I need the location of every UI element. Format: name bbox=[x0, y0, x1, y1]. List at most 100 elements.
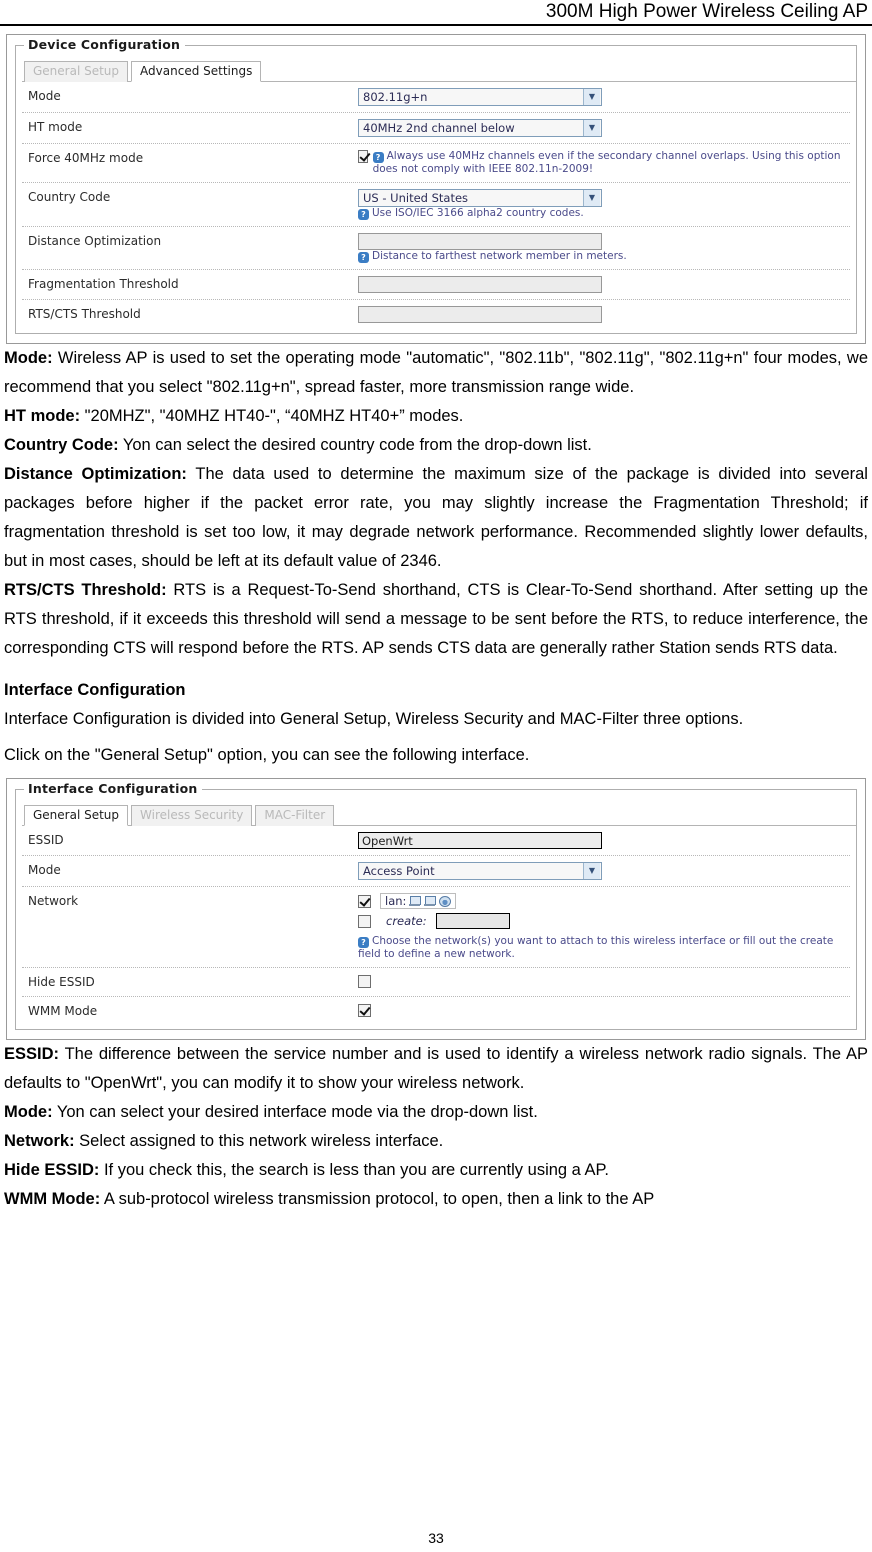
interface-mode-select-value: Access Point bbox=[363, 864, 435, 878]
force-40mhz-hint-text: Always use 40MHz channels even if the se… bbox=[372, 150, 841, 175]
row-interface-mode: Mode Access Point ▼ bbox=[22, 856, 850, 887]
page-title: 300M High Power Wireless Ceiling AP bbox=[545, 1, 868, 22]
interface-configuration-legend: Interface Configuration bbox=[24, 781, 203, 796]
ethernet-port-icon bbox=[409, 895, 422, 907]
country-code-select[interactable]: US - United States ▼ bbox=[358, 189, 602, 207]
row-field-mode: 802.11g+n ▼ bbox=[358, 88, 850, 106]
row-label-fragmentation-threshold: Fragmentation Threshold bbox=[28, 277, 179, 291]
row-label-network: Network bbox=[28, 894, 79, 908]
ht-mode-select[interactable]: 40MHz 2nd channel below ▼ bbox=[358, 119, 602, 137]
device-configuration-screenshot: Device Configuration General Setup Advan… bbox=[6, 34, 866, 344]
country-code-hint-text: Use ISO/IEC 3166 alpha2 country codes. bbox=[372, 207, 584, 219]
wmm-mode-checkbox[interactable] bbox=[358, 1003, 371, 1017]
country-code-hint: ? Use ISO/IEC 3166 alpha2 country codes. bbox=[358, 207, 850, 220]
paragraph-distance-optimization-term: Distance Optimization: bbox=[4, 465, 187, 483]
row-label-wmm-mode: WMM Mode bbox=[28, 1004, 98, 1018]
network-hint: ? Choose the network(s) you want to attac… bbox=[358, 935, 850, 961]
interface-mode-select[interactable]: Access Point ▼ bbox=[358, 862, 602, 880]
paragraph-network-term: Network: bbox=[4, 1132, 75, 1150]
row-network: Network lan: create: ? Choose the networ… bbox=[22, 887, 850, 968]
paragraph-essid: ESSID: The difference between the servic… bbox=[4, 1040, 868, 1098]
row-label-interface-mode: Mode bbox=[28, 863, 61, 877]
paragraph-hide-essid-term: Hide ESSID: bbox=[4, 1161, 100, 1179]
row-field-wmm-mode bbox=[358, 1003, 850, 1017]
body-copy-upper: Mode: Wireless AP is used to set the ope… bbox=[4, 344, 868, 770]
paragraph-country-code-term: Country Code: bbox=[4, 436, 119, 454]
tab-wireless-security[interactable]: Wireless Security bbox=[131, 805, 253, 826]
wifi-icon bbox=[439, 895, 452, 907]
ethernet-port-icon bbox=[424, 895, 437, 907]
paragraph-essid-text: The difference between the service numbe… bbox=[4, 1045, 868, 1092]
network-create-input[interactable] bbox=[435, 913, 510, 929]
network-create-label: create: bbox=[386, 914, 427, 928]
hide-essid-checkbox[interactable] bbox=[358, 974, 371, 988]
body-copy-lower: ESSID: The difference between the servic… bbox=[4, 1040, 868, 1214]
row-field-essid: OpenWrt bbox=[358, 832, 850, 849]
fragmentation-threshold-input[interactable] bbox=[358, 276, 602, 293]
row-label-mode: Mode bbox=[28, 89, 61, 103]
tab-advanced-settings[interactable]: Advanced Settings bbox=[131, 61, 262, 82]
row-label-essid: ESSID bbox=[28, 833, 64, 847]
row-distance-optimization: Distance Optimization ? Distance to farth… bbox=[22, 227, 850, 270]
page-number: 33 bbox=[428, 1530, 444, 1546]
device-configuration-legend: Device Configuration bbox=[24, 37, 186, 52]
tab-general-setup[interactable]: General Setup bbox=[24, 805, 129, 826]
country-code-select-value: US - United States bbox=[363, 191, 469, 205]
chevron-down-icon: ▼ bbox=[583, 863, 600, 879]
paragraph-rts-cts: RTS/CTS Threshold: RTS is a Request-To-S… bbox=[4, 576, 868, 663]
network-lan-badge: lan: bbox=[380, 893, 457, 909]
tab-mac-filter[interactable]: MAC-Filter bbox=[255, 805, 335, 826]
device-configuration-tabs: General Setup Advanced Settings bbox=[22, 61, 856, 82]
network-create-checkbox[interactable] bbox=[358, 914, 371, 928]
interface-configuration-fieldset: Interface Configuration General Setup Wi… bbox=[15, 781, 857, 1030]
paragraph-interface-configuration: Interface Configuration is divided into … bbox=[4, 710, 744, 728]
interface-configuration-tabs: General Setup Wireless Security MAC-Filt… bbox=[22, 805, 856, 826]
row-field-hide-essid bbox=[358, 974, 850, 988]
paragraph-wmm-mode-term: WMM Mode: bbox=[4, 1190, 101, 1208]
interface-configuration-rows: ESSID OpenWrt Mode Access Point ▼ Networ… bbox=[22, 826, 850, 1025]
row-rts-cts-threshold: RTS/CTS Threshold bbox=[22, 300, 850, 329]
chevron-down-icon: ▼ bbox=[583, 89, 600, 105]
paragraph-mode-text: Wireless AP is used to set the operating… bbox=[4, 349, 868, 396]
ht-mode-select-value: 40MHz 2nd channel below bbox=[363, 121, 515, 135]
row-label-distance-optimization: Distance Optimization bbox=[28, 234, 162, 248]
paragraph-wmm-mode: WMM Mode: A sub-protocol wireless transm… bbox=[4, 1185, 868, 1214]
row-field-interface-mode: Access Point ▼ bbox=[358, 862, 850, 880]
paragraph-ht-mode: HT mode: "20MHZ", "40MHZ HT40-", “40MHZ … bbox=[4, 402, 868, 431]
mode-select[interactable]: 802.11g+n ▼ bbox=[358, 88, 602, 106]
row-wmm-mode: WMM Mode bbox=[22, 997, 850, 1025]
paragraph-country-code-text: Yon can select the desired country code … bbox=[118, 436, 592, 454]
distance-optimization-hint: ? Distance to farthest network member in … bbox=[358, 250, 850, 263]
tab-general-setup[interactable]: General Setup bbox=[24, 61, 129, 82]
row-essid: ESSID OpenWrt bbox=[22, 826, 850, 856]
distance-optimization-input[interactable] bbox=[358, 233, 602, 250]
chevron-down-icon: ▼ bbox=[583, 120, 600, 136]
rts-cts-threshold-input[interactable] bbox=[358, 306, 602, 323]
row-label-ht-mode: HT mode bbox=[28, 120, 83, 134]
paragraph-interface-mode-text: Yon can select your desired interface mo… bbox=[52, 1103, 538, 1121]
paragraph-interface-mode-term: Mode: bbox=[4, 1103, 53, 1121]
paragraph-distance-optimization: Distance Optimization: The data used to … bbox=[4, 460, 868, 576]
help-icon: ? bbox=[358, 209, 369, 220]
row-hide-essid: Hide ESSID bbox=[22, 968, 850, 997]
row-label-rts-cts-threshold: RTS/CTS Threshold bbox=[28, 307, 141, 321]
row-field-ht-mode: 40MHz 2nd channel below ▼ bbox=[358, 119, 850, 137]
help-icon: ? bbox=[358, 937, 369, 948]
help-icon: ? bbox=[372, 152, 384, 163]
row-label-force-40mhz: Force 40MHz mode bbox=[28, 151, 144, 165]
paragraph-interface-mode: Mode: Yon can select your desired interf… bbox=[4, 1098, 868, 1127]
paragraph-ht-mode-text: "20MHZ", "40MHZ HT40-", “40MHZ HT40+” mo… bbox=[80, 407, 464, 425]
essid-input[interactable]: OpenWrt bbox=[358, 832, 602, 849]
paragraph-ht-mode-term: HT mode: bbox=[4, 407, 81, 425]
paragraph-network: Network: Select assigned to this network… bbox=[4, 1127, 868, 1156]
row-field-distance-optimization: ? Distance to farthest network member in … bbox=[358, 233, 850, 263]
network-lan-checkbox[interactable] bbox=[358, 894, 371, 908]
mode-select-value: 802.11g+n bbox=[363, 90, 428, 104]
row-country-code: Country Code US - United States ▼ ? Use I… bbox=[22, 183, 850, 227]
row-field-network: lan: create: ? Choose the network(s) you … bbox=[358, 893, 850, 961]
paragraph-hide-essid-text: If you check this, the search is less th… bbox=[99, 1161, 609, 1179]
chevron-down-icon: ▼ bbox=[583, 190, 600, 206]
force-40mhz-checkbox[interactable] bbox=[358, 150, 368, 163]
paragraph-hide-essid: Hide ESSID: If you check this, the searc… bbox=[4, 1156, 868, 1185]
device-configuration-fieldset: Device Configuration General Setup Advan… bbox=[15, 37, 857, 334]
